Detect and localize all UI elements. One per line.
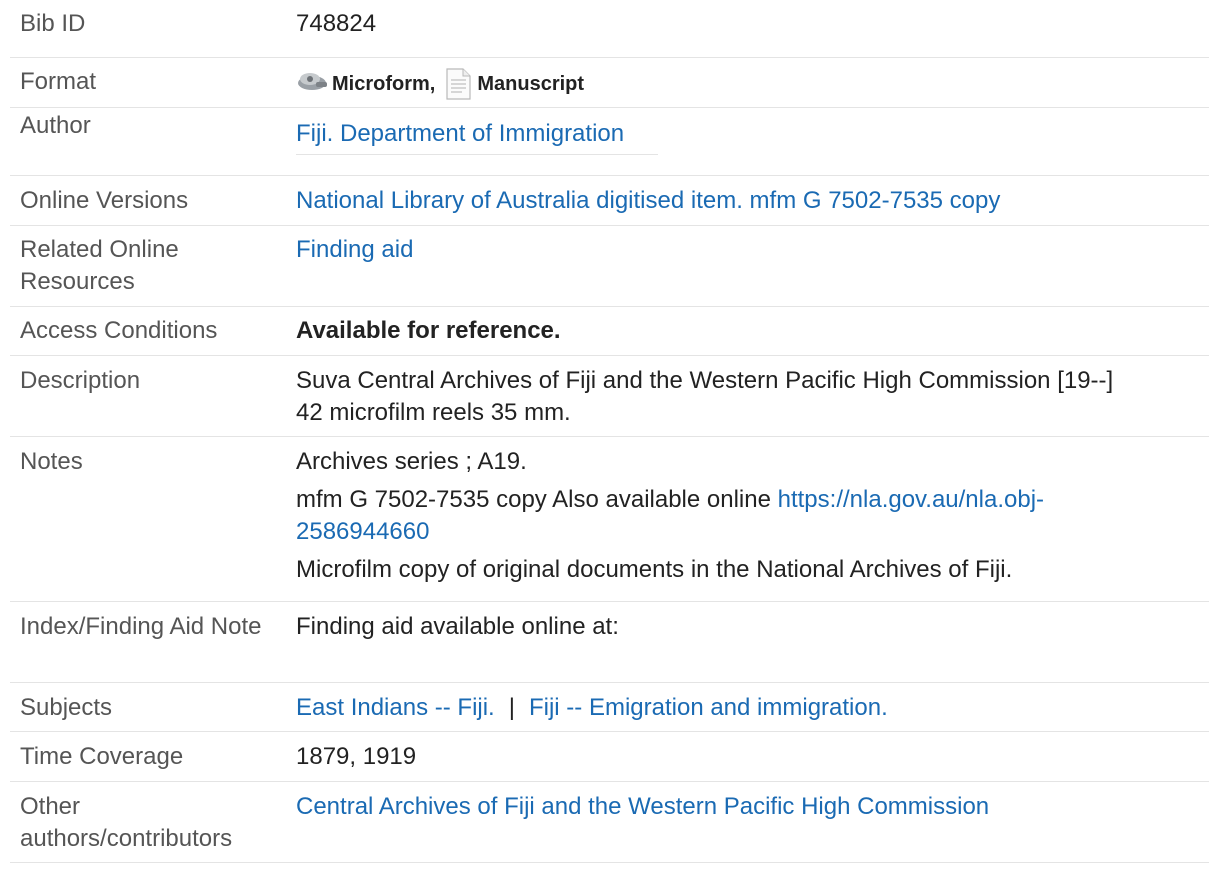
author-link-wrapper: Fiji. Department of Immigration bbox=[296, 118, 659, 155]
bib-id-value: 748824 bbox=[296, 10, 377, 37]
subject-link-emigration[interactable]: Fiji -- Emigration and immigration. bbox=[529, 694, 888, 721]
description-value: Suva Central Archives of Fiji and the We… bbox=[296, 365, 1209, 436]
access-conditions-value: Available for reference. bbox=[296, 317, 561, 344]
bib-id-label: Bib ID bbox=[20, 10, 86, 37]
note-3: Microfilm copy of original documents in … bbox=[296, 556, 1013, 583]
author-value: Fiji. Department of Immigration bbox=[296, 118, 1209, 175]
author-link[interactable]: Fiji. Department of Immigration bbox=[296, 120, 624, 147]
description-line-2: 42 microfilm reels 35 mm. bbox=[296, 399, 571, 426]
format-value: Microform , Manuscript bbox=[296, 66, 1209, 107]
related-resources-label: Related Online Resources bbox=[20, 236, 179, 295]
subject-separator: | bbox=[508, 694, 515, 721]
online-version-link[interactable]: National Library of Australia digitised … bbox=[296, 187, 1000, 214]
other-authors-value: Central Archives of Fiji and the Western… bbox=[296, 791, 1209, 862]
row-format: Format Microform , Manuscript bbox=[10, 58, 1209, 108]
notes-label: Notes bbox=[20, 448, 83, 475]
record-details-table: Bib ID 748824 Format Microform , Manuscr… bbox=[10, 8, 1209, 863]
notes-value: Archives series ; A19. mfm G 7502-7535 c… bbox=[296, 446, 1209, 601]
index-note-label: Index/Finding Aid Note bbox=[20, 613, 262, 640]
other-authors-label: Other authors/contributors bbox=[20, 793, 233, 852]
row-online-versions: Online Versions National Library of Aust… bbox=[10, 176, 1209, 226]
microform-icon bbox=[296, 68, 329, 92]
author-label: Author bbox=[20, 112, 91, 139]
format-microform: Microform bbox=[332, 73, 430, 95]
note-2-text: mfm G 7502-7535 copy Also available onli… bbox=[296, 486, 778, 513]
online-versions-label: Online Versions bbox=[20, 187, 189, 214]
index-note-value: Finding aid available online at: bbox=[296, 613, 619, 640]
manuscript-icon bbox=[445, 68, 471, 100]
format-label: Format bbox=[20, 68, 97, 95]
note-2: mfm G 7502-7535 copy Also available onli… bbox=[296, 484, 1209, 548]
description-line-1: Suva Central Archives of Fiji and the We… bbox=[296, 367, 1114, 394]
row-bib-id: Bib ID 748824 bbox=[10, 8, 1209, 58]
row-description: Description Suva Central Archives of Fij… bbox=[10, 356, 1209, 437]
subject-link-east-indians[interactable]: East Indians -- Fiji. bbox=[296, 694, 495, 721]
finding-aid-link[interactable]: Finding aid bbox=[296, 236, 413, 263]
note-1: Archives series ; A19. bbox=[296, 448, 527, 475]
row-time-coverage: Time Coverage 1879, 1919 bbox=[10, 732, 1209, 782]
format-separator: , bbox=[429, 73, 436, 95]
row-other-authors: Other authors/contributors Central Archi… bbox=[10, 782, 1209, 863]
subjects-label: Subjects bbox=[20, 694, 113, 721]
time-coverage-value: 1879, 1919 bbox=[296, 743, 417, 770]
row-author: Author Fiji. Department of Immigration bbox=[10, 108, 1209, 176]
format-manuscript: Manuscript bbox=[477, 73, 585, 95]
row-related-resources: Related Online Resources Finding aid bbox=[10, 226, 1209, 307]
online-versions-value: National Library of Australia digitised … bbox=[296, 185, 1209, 225]
row-notes: Notes Archives series ; A19. mfm G 7502-… bbox=[10, 437, 1209, 602]
row-index-note: Index/Finding Aid Note Finding aid avail… bbox=[10, 602, 1209, 683]
access-conditions-label: Access Conditions bbox=[20, 317, 218, 344]
other-author-link[interactable]: Central Archives of Fiji and the Western… bbox=[296, 793, 989, 820]
subjects-value: East Indians -- Fiji. | Fiji -- Emigration… bbox=[296, 692, 1209, 731]
description-label: Description bbox=[20, 367, 141, 394]
time-coverage-label: Time Coverage bbox=[20, 743, 184, 770]
related-resources-value: Finding aid bbox=[296, 234, 1209, 306]
nla-obj-link-part-2: 2586944660 bbox=[296, 518, 430, 545]
row-access-conditions: Access Conditions Available for referenc… bbox=[10, 307, 1209, 356]
nla-obj-link-part-1: https://nla.gov.au/nla.obj- bbox=[777, 486, 1045, 513]
row-subjects: Subjects East Indians -- Fiji. | Fiji -- E… bbox=[10, 683, 1209, 732]
